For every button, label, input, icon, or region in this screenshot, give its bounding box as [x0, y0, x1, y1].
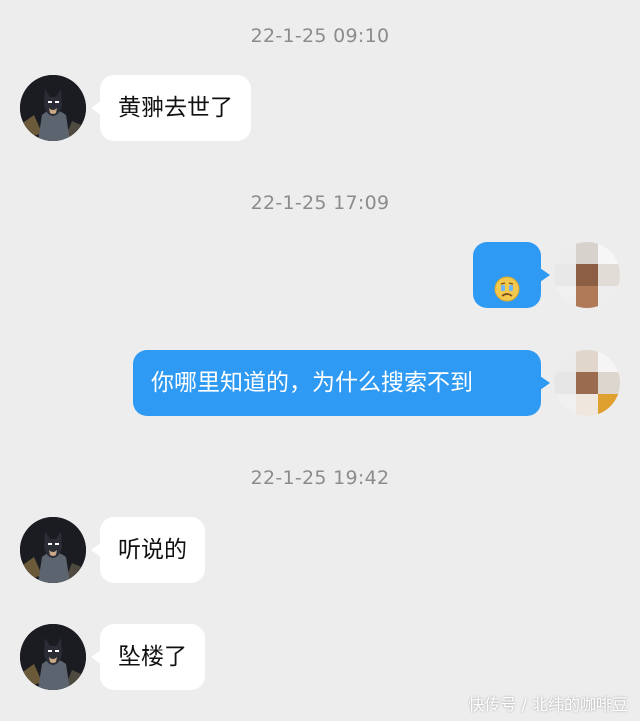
received-message-bubble[interactable]: 坠楼了	[91, 624, 205, 690]
received-message-bubble[interactable]: 黄翀去世了	[91, 75, 251, 141]
message-text: 坠楼了	[118, 644, 187, 670]
received-message-bubble[interactable]: 听说的	[91, 517, 205, 583]
blurred-avatar-icon	[554, 350, 620, 416]
watermark: 快传号 / 北纬的咖啡豆	[468, 695, 628, 714]
crying-face-emoji-icon	[494, 262, 520, 302]
timestamp: 22-1-25 19:42	[250, 467, 390, 489]
batman-avatar-icon	[20, 624, 86, 690]
blurred-avatar-icon	[554, 242, 620, 308]
self-avatar[interactable]	[554, 242, 620, 308]
message-text: 黄翀去世了	[118, 95, 233, 121]
contact-avatar[interactable]	[20, 517, 86, 583]
sent-message-bubble[interactable]: 你哪里知道的，为什么搜索不到	[133, 350, 550, 416]
contact-avatar[interactable]	[20, 624, 86, 690]
batman-avatar-icon	[20, 75, 86, 141]
message-text: 听说的	[118, 537, 187, 563]
self-avatar[interactable]	[554, 350, 620, 416]
timestamp: 22-1-25 09:10	[250, 25, 390, 47]
contact-avatar[interactable]	[20, 75, 86, 141]
sent-emoji-bubble[interactable]	[473, 242, 550, 308]
timestamp: 22-1-25 17:09	[250, 192, 390, 214]
batman-avatar-icon	[20, 517, 86, 583]
message-text: 你哪里知道的，为什么搜索不到	[151, 370, 473, 396]
